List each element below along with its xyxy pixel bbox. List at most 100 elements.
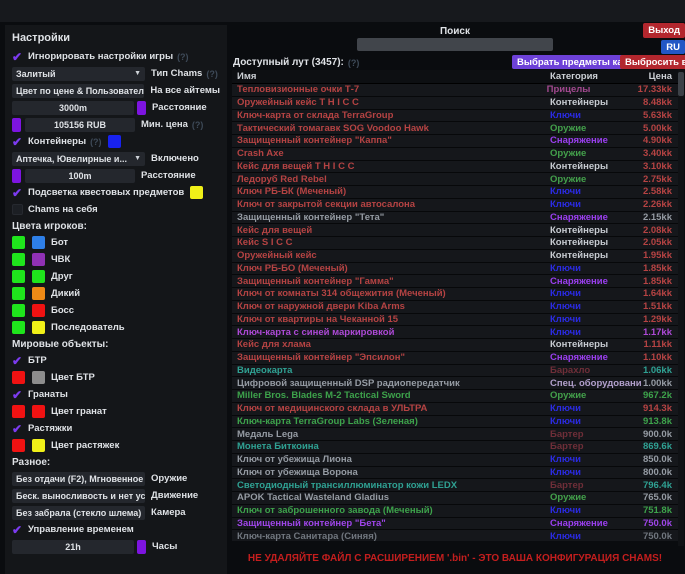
- dropdown-select[interactable]: Залитый▼: [12, 67, 145, 81]
- color-swatch-primary[interactable]: [12, 270, 25, 283]
- table-row[interactable]: Ключ от убежища ЛионаКлючи850.0k: [232, 454, 678, 467]
- header-price: Цена: [642, 71, 678, 82]
- slider-swatch[interactable]: [137, 101, 146, 115]
- value-input[interactable]: 3000m: [12, 101, 134, 115]
- table-row[interactable]: Ключ от комнаты 314 общежития (Меченый)К…: [232, 288, 678, 301]
- dropdown-value: Залитый: [16, 69, 56, 79]
- color-swatch[interactable]: [190, 186, 203, 199]
- checkbox[interactable]: [12, 204, 26, 215]
- color-pair-label: ЧВК: [51, 254, 70, 265]
- table-row[interactable]: Ключ от медицинского склада в УЛЬТРАКлюч…: [232, 403, 678, 416]
- table-row[interactable]: Защищенный контейнер "Бета"Снаряжение750…: [232, 518, 678, 531]
- item-name: Ключ от медицинского склада в УЛЬТРА: [232, 403, 550, 414]
- table-row[interactable]: Тактический томагавк SOG Voodoo HawkОруж…: [232, 122, 678, 135]
- item-name: Ключ РБ-БК (Меченый): [232, 186, 550, 197]
- value-input[interactable]: 21h: [12, 540, 134, 554]
- table-row[interactable]: APOK Tactical Wasteland GladiusОружие765…: [232, 492, 678, 505]
- slider-swatch[interactable]: [12, 169, 21, 183]
- table-row[interactable]: Кейс для вещейКонтейнеры2.08kk: [232, 224, 678, 237]
- item-category: Контейнеры: [550, 339, 642, 350]
- table-row[interactable]: Тепловизионные очки Т-7Прицелы17.33kk: [232, 84, 678, 97]
- table-row[interactable]: Ключ от заброшенного завода (Меченый)Клю…: [232, 505, 678, 518]
- table-row[interactable]: Кейс для хламаКонтейнеры1.11kk: [232, 339, 678, 352]
- table-row[interactable]: Ключ от убежища ВоронаКлючи800.0k: [232, 467, 678, 480]
- search-input[interactable]: [357, 38, 553, 51]
- settings-section[interactable]: Цвета игроков:: [12, 218, 220, 234]
- color-swatch-secondary[interactable]: [32, 287, 45, 300]
- table-row[interactable]: Ключ от наружной двери Kiba ArmsКлючи1.5…: [232, 301, 678, 314]
- color-swatch-secondary[interactable]: [32, 405, 45, 418]
- color-swatch-primary[interactable]: [12, 253, 25, 266]
- value-input[interactable]: 105156 RUB: [25, 118, 135, 132]
- table-row[interactable]: Ключ РБ-БО (Меченый)Ключи1.85kk: [232, 263, 678, 276]
- table-row[interactable]: Медаль LegaБартер900.0k: [232, 428, 678, 441]
- color-swatch-secondary[interactable]: [32, 304, 45, 317]
- slider-swatch[interactable]: [137, 540, 146, 554]
- checkbox[interactable]: ✔: [12, 187, 26, 199]
- table-row[interactable]: Ключ-карта TerraGroup Labs (Зеленая)Ключ…: [232, 416, 678, 429]
- table-row[interactable]: Ключ РБ-БК (Меченый)Ключи2.58kk: [232, 186, 678, 199]
- color-swatch-secondary[interactable]: [32, 236, 45, 249]
- table-row[interactable]: Оружейный кейс T H I C CКонтейнеры8.48kk: [232, 97, 678, 110]
- table-row[interactable]: ВидеокартаБарахло1.06kk: [232, 365, 678, 378]
- color-swatch-primary[interactable]: [12, 287, 25, 300]
- color-swatch-primary[interactable]: [12, 439, 25, 452]
- table-row[interactable]: Защищенный контейнер "Эпсилон"Снаряжение…: [232, 352, 678, 365]
- slider-swatch[interactable]: [12, 118, 21, 132]
- language-button[interactable]: RU: [661, 40, 685, 54]
- value-input[interactable]: 100m: [25, 169, 135, 183]
- checkbox[interactable]: ✔: [12, 524, 26, 536]
- table-row[interactable]: Защищенный контейнер "Гамма"Снаряжение1.…: [232, 275, 678, 288]
- table-row[interactable]: Светодиодный трансиллюминатор кожи LEDXБ…: [232, 479, 678, 492]
- item-category: Ключи: [550, 186, 642, 197]
- color-swatch[interactable]: [108, 135, 121, 148]
- color-pair-label: Цвет БТР: [51, 372, 95, 383]
- table-row[interactable]: Кейс S I C CКонтейнеры2.05kk: [232, 237, 678, 250]
- table-row[interactable]: Монета БиткоинаБартер869.6k: [232, 441, 678, 454]
- color-swatch-secondary[interactable]: [32, 253, 45, 266]
- table-row[interactable]: Защищенный контейнер "Каппа"Снаряжение4.…: [232, 135, 678, 148]
- scrollbar-thumb[interactable]: [678, 72, 684, 96]
- color-swatch-primary[interactable]: [12, 304, 25, 317]
- color-swatch-primary[interactable]: [12, 405, 25, 418]
- dropdown-select[interactable]: Аптечка, Ювелирные и...▼: [12, 152, 145, 166]
- table-row[interactable]: Оружейный кейсКонтейнеры1.95kk: [232, 250, 678, 263]
- table-row[interactable]: Защищенный контейнер "Тета"Снаряжение2.1…: [232, 212, 678, 225]
- color-swatch-secondary[interactable]: [32, 321, 45, 334]
- color-swatch-primary[interactable]: [12, 371, 25, 384]
- settings-section[interactable]: Мировые объекты:: [12, 336, 220, 352]
- color-swatch-secondary[interactable]: [32, 270, 45, 283]
- item-price: 1.10kk: [642, 352, 678, 363]
- checkbox[interactable]: ✔: [12, 136, 26, 148]
- dropdown-select[interactable]: Без отдачи (F2), Мгновенное п▼: [12, 472, 145, 486]
- checkbox[interactable]: ✔: [12, 389, 26, 401]
- item-name: Ключ-карта Санитара (Синяя): [232, 531, 550, 541]
- table-row[interactable]: Кейс для вещей T H I C CКонтейнеры3.10kk: [232, 161, 678, 174]
- color-pair-label: Босс: [51, 305, 74, 316]
- dropdown-select[interactable]: Цвет по цене & Пользователь▼: [12, 84, 144, 98]
- checkbox[interactable]: ✔: [12, 355, 26, 367]
- table-row[interactable]: Ледоруб Red RebelОружие2.75kk: [232, 173, 678, 186]
- item-name: Miller Bros. Blades M-2 Tactical Sword: [232, 390, 550, 401]
- discard-all-button[interactable]: Выбросить все: [620, 55, 685, 69]
- color-swatch-primary[interactable]: [12, 321, 25, 334]
- color-swatch-secondary[interactable]: [32, 371, 45, 384]
- color-swatch-secondary[interactable]: [32, 439, 45, 452]
- settings-section[interactable]: Разное:: [12, 454, 220, 470]
- table-row[interactable]: Ключ от квартиры на Чеканной 15Ключи1.29…: [232, 314, 678, 327]
- table-row[interactable]: Ключ-карта с синей маркировкойКлючи1.17k…: [232, 326, 678, 339]
- checkbox[interactable]: ✔: [12, 423, 26, 435]
- table-scrollbar[interactable]: [678, 70, 684, 546]
- dropdown-select[interactable]: Без забрала (стекло шлема)▼: [12, 506, 145, 520]
- table-row[interactable]: Ключ-карта Санитара (Синяя)Ключи750.0k: [232, 530, 678, 541]
- dropdown-select[interactable]: Беск. выносливость и нет уста▼: [12, 489, 145, 503]
- table-row[interactable]: Ключ от закрытой секции автосалонаКлючи2…: [232, 199, 678, 212]
- exit-button[interactable]: Выход: [643, 23, 685, 38]
- checkbox[interactable]: ✔: [12, 51, 26, 63]
- table-row[interactable]: Crash AxeОружие3.40kk: [232, 148, 678, 161]
- table-row[interactable]: Miller Bros. Blades M-2 Tactical SwordОр…: [232, 390, 678, 403]
- item-price: 914.3k: [642, 403, 678, 414]
- table-row[interactable]: Ключ-карта от склада TerraGroupКлючи5.63…: [232, 110, 678, 123]
- color-swatch-primary[interactable]: [12, 236, 25, 249]
- table-row[interactable]: Цифровой защищенный DSP радиопередатчикС…: [232, 377, 678, 390]
